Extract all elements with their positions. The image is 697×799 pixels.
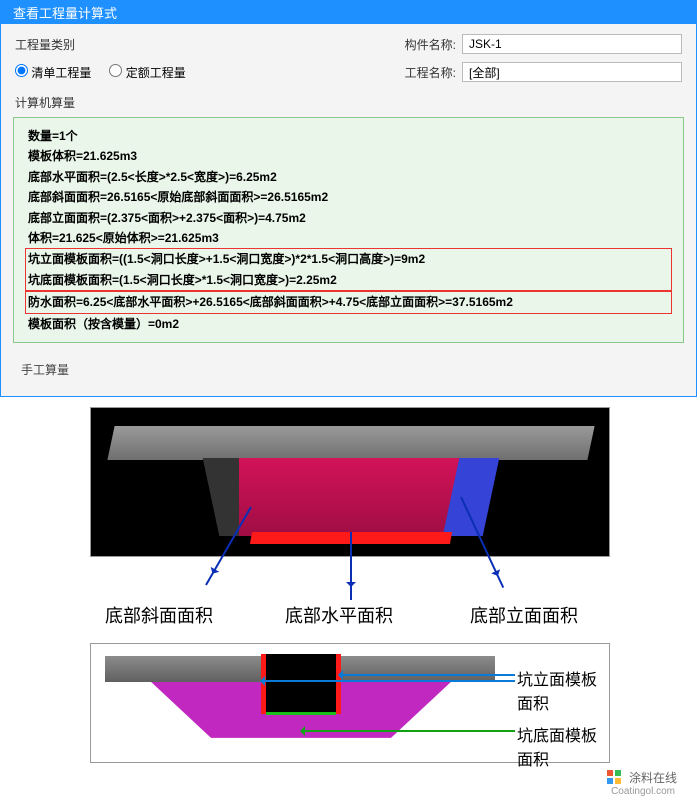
radio-list-label[interactable]: 清单工程量 [15,64,91,81]
highlight-box-1: 坑立面模板面积=((1.5<洞口长度>+1.5<洞口宽度>)*2*1.5<洞口高… [25,248,672,291]
fig1-trapezoid [211,458,491,536]
fig1-label-vertical: 底部立面面积 [470,602,578,628]
calc-line: 坑底面模板面积=(1.5<洞口长度>*1.5<洞口宽度>)=2.25m2 [28,270,669,290]
radio-list-text: 清单工程量 [31,66,91,80]
dialog-content: 工程量类别 构件名称: 清单工程量 定额工程量 工程名称: [1,24,696,396]
fig1-slab [107,426,594,460]
manual-calc-header: 手工算量 [7,353,690,390]
watermark-logo-icon [606,769,622,785]
fig1-label-horizontal: 底部水平面积 [285,602,393,628]
calc-line: 底部水平面积=(2.5<长度>*2.5<宽度>)=6.25m2 [28,167,669,187]
component-name-pair: 构件名称: [405,34,682,54]
figure-1: 底部斜面面积 底部水平面积 底部立面面积 [90,407,610,637]
title-bar: 查看工程量计算式 [1,1,696,24]
project-name-input[interactable] [462,62,682,82]
calc-outer: 数量=1个 模板体积=21.625m3 底部水平面积=(2.5<长度>*2.5<… [13,117,684,343]
radio-quota[interactable] [109,64,122,77]
calc-line: 底部斜面面积=26.5165<原始底部斜面面积>=26.5165m2 [28,187,669,207]
window-title: 查看工程量计算式 [13,6,117,21]
radio-quota-label[interactable]: 定额工程量 [109,64,185,81]
calc-line: 数量=1个 [28,126,669,146]
highlight-box-2: 防水面积=6.25<底部水平面积>+26.5165<底部斜面面积>+4.75<底… [25,291,672,313]
calc-line: 底部立面面积=(2.375<面积>+2.375<面积>)=4.75m2 [28,208,669,228]
fig2-label-side: 坑立面模板面积 [517,666,609,714]
component-name-label: 构件名称: [405,36,456,53]
project-name-pair: 工程名称: [405,62,682,82]
qty-category-label: 工程量类别 [15,36,75,53]
fig1-front-face [239,458,463,536]
qty-radio-group: 清单工程量 定额工程量 [15,64,186,81]
arrow-icon [350,532,352,600]
dialog-window: 查看工程量计算式 工程量类别 构件名称: 清单工程量 定额工程量 [0,0,697,397]
fig1-label-slope: 底部斜面面积 [105,602,213,628]
arrow-icon [261,680,515,682]
calc-line: 坑立面模板面积=((1.5<洞口长度>+1.5<洞口宽度>)*2*1.5<洞口高… [28,249,669,269]
figure-area: 底部斜面面积 底部水平面积 底部立面面积 坑立面模板面积 坑底面模板面积 [0,397,697,767]
radio-list[interactable] [15,64,28,77]
watermark-url: Coatingol.com [0,786,677,797]
calculation-box: 数量=1个 模板体积=21.625m3 底部水平面积=(2.5<长度>*2.5<… [13,117,684,343]
computer-calc-header: 计算机算量 [7,88,690,115]
calc-line: 模板面积（按含模量）=0m2 [28,314,669,334]
project-name-label: 工程名称: [405,64,456,81]
calc-line: 防水面积=6.25<底部水平面积>+26.5165<底部斜面面积>+4.75<底… [28,292,669,312]
radio-quota-text: 定额工程量 [126,66,186,80]
radio-row: 清单工程量 定额工程量 工程名称: [7,56,690,88]
watermark-brand: 涂料在线 [629,769,677,786]
category-row: 工程量类别 构件名称: [7,34,690,56]
watermark: 涂料在线 Coatingol.com [0,767,697,799]
figure-2: 坑立面模板面积 坑底面模板面积 [90,643,610,763]
calc-line: 模板体积=21.625m3 [28,146,669,166]
calc-line: 体积=21.625<原始体积>=21.625m3 [28,228,669,248]
arrow-icon [301,730,515,732]
fig2-label-bottom: 坑底面模板面积 [517,722,609,770]
arrow-icon [339,674,515,676]
fig2-bottom-line [266,712,336,715]
component-name-input[interactable] [462,34,682,54]
